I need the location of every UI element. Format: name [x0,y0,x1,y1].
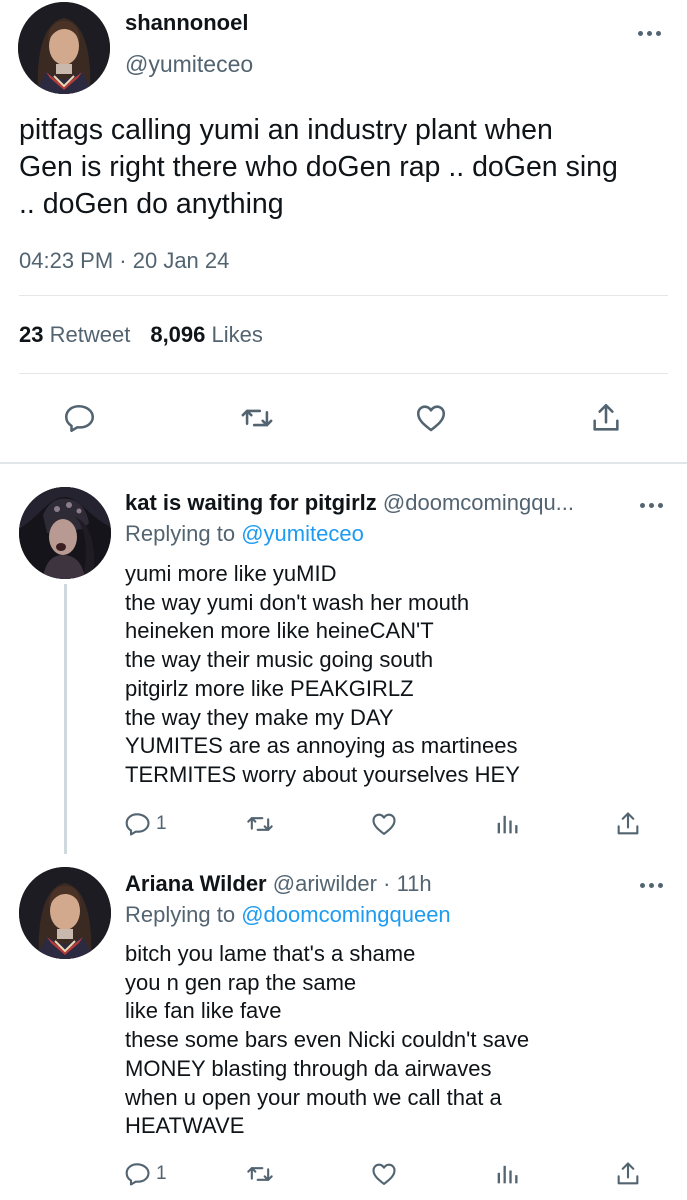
avatar[interactable] [19,867,111,959]
author-name[interactable]: kat is waiting for pitgirlz [125,490,377,515]
reply-text-line: the way they make my DAY [125,704,394,730]
tweet-text-line: Gen is right there who doGen rap .. doGe… [19,151,618,183]
reply-text-line: yumi more like yuMID [125,561,337,586]
retweet-icon [247,817,273,831]
tweet-text-line: .. doGen do anything [19,188,284,220]
share-button[interactable] [614,1160,642,1188]
reply-button[interactable]: 1 [124,810,167,838]
divider [19,373,668,374]
replying-label: Replying to [125,902,236,927]
tweet-date: 20 Jan 24 [132,248,230,273]
reply-text-line: when u open your mouth we call that a [125,1084,502,1110]
like-icon [372,1163,396,1185]
tweet-text: pitfags calling yumi an industry plant w… [19,112,684,223]
share-icon [617,812,639,835]
retweet-button[interactable] [246,1160,274,1188]
thread-connector [64,584,67,854]
mention-link[interactable]: @yumiteceo [241,521,364,546]
like-label: Likes [211,322,263,347]
avatar[interactable] [18,2,110,94]
reply-header: Ariana Wilder @ariwilder · 11h [125,871,432,896]
reply-count: 1 [156,1163,167,1184]
reply-text-line: HEATWAVE [125,1113,245,1139]
divider [19,295,668,296]
like-button[interactable] [370,810,398,838]
retweet-stat[interactable]: 23 Retweet [19,322,130,347]
more-icon[interactable] [640,880,666,890]
share-icon[interactable] [589,401,623,435]
retweet-label: Retweet [49,322,131,347]
retweet-icon [247,1167,273,1181]
analytics-icon [497,1165,518,1184]
tweet-stats: 23 Retweet 8,096 Likes [19,322,263,348]
tweet-thread-screen: shannonoel @yumiteceo pitfags calling yu… [0,0,687,1200]
like-count: 8,096 [150,322,206,347]
author-name[interactable]: shannonoel [125,10,248,36]
like-icon [372,813,396,835]
share-icon [617,1162,639,1185]
reply-text-line: the way their music going south [125,647,434,673]
more-icon[interactable] [638,28,664,38]
tweet-timestamp[interactable]: 04:23 PM · 20 Jan 24 [19,248,229,274]
replying-to: Replying to @yumiteceo [125,521,364,547]
reply-text-line: heineken more like heineCAN'T [125,618,434,644]
reply-button[interactable]: 1 [124,1160,167,1188]
more-icon[interactable] [640,500,666,510]
reply-text-line: MONEY blasting through da airwaves [125,1055,492,1081]
reply-header: kat is waiting for pitgirlz @doomcomingq… [125,490,574,516]
like-icon[interactable] [414,401,448,435]
retweet-count: 23 [19,322,44,347]
reply-text-line: TERMITES worry about yourselves HEY [125,761,520,787]
retweet-icon[interactable] [240,401,274,435]
reply-icon [125,1163,150,1186]
author-name[interactable]: Ariana Wilder [125,871,267,896]
analytics-button[interactable] [493,810,521,838]
replying-label: Replying to [125,521,236,546]
analytics-icon [497,815,518,834]
author-handle[interactable]: @ariwilder [273,871,377,896]
reply-time[interactable]: 11h [397,871,432,896]
reply-text: yumi more like yuMID the way yumi don't … [125,560,520,790]
like-button[interactable] [370,1160,398,1188]
main-tweet: shannonoel @yumiteceo pitfags calling yu… [0,0,687,462]
reply-count: 1 [156,813,167,834]
reply-text-line: YUMITES are as annoying as martinees [125,733,518,759]
author-handle[interactable]: @doomcomingqu... [383,490,574,515]
analytics-button[interactable] [493,1160,521,1188]
reply-text-line: like fan like fave [125,998,282,1024]
reply-text-line: these some bars even Nicki couldn't save [125,1027,530,1053]
tweet-time: 04:23 PM [19,248,114,273]
reply-icon [125,813,150,836]
author-handle[interactable]: @yumiteceo [125,51,253,78]
reply-text-line: bitch you lame that's a shame [125,941,416,966]
mention-link[interactable]: @doomcomingqueen [241,902,450,927]
avatar[interactable] [19,487,111,579]
reply-text: bitch you lame that's a shame you n gen … [125,940,529,1141]
retweet-button[interactable] [246,810,274,838]
like-stat[interactable]: 8,096 Likes [150,322,263,347]
divider [0,462,687,464]
reply-text-line: the way yumi don't wash her mouth [125,589,470,615]
tweet-text-line: pitfags calling yumi an industry plant w… [19,114,553,146]
share-button[interactable] [614,810,642,838]
reply-text-line: you n gen rap the same [125,969,357,995]
reply-icon[interactable] [63,401,97,435]
replying-to: Replying to @doomcomingqueen [125,902,451,928]
reply-text-line: pitgirlz more like PEAKGIRLZ [125,675,414,701]
